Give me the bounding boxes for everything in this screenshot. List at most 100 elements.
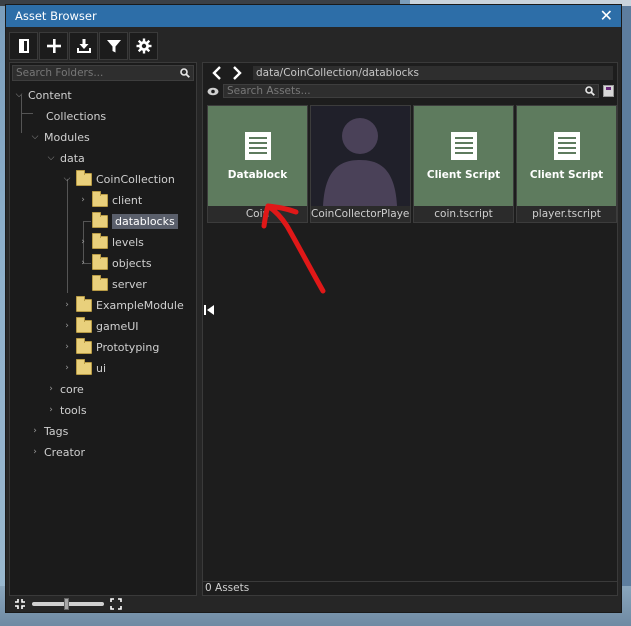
chevron-right-icon[interactable]: › bbox=[62, 321, 72, 331]
tree-item-label: levels bbox=[112, 235, 144, 249]
tree-item-content[interactable]: ⌵ Content bbox=[14, 86, 72, 104]
folder-search-input[interactable] bbox=[16, 67, 166, 79]
tree-item-client[interactable]: › client bbox=[78, 190, 143, 209]
tree-item-label: server bbox=[112, 277, 147, 291]
asset-search-box[interactable] bbox=[223, 84, 599, 98]
breadcrumb-path[interactable]: data/CoinCollection/datablocks bbox=[253, 66, 613, 80]
tree-item-modules[interactable]: ⌵ Modules bbox=[30, 128, 90, 146]
search-icon[interactable] bbox=[585, 86, 595, 96]
folder-icon bbox=[76, 358, 92, 375]
new-folder-button[interactable] bbox=[9, 32, 38, 60]
tree-item-prototyping[interactable]: › Prototyping bbox=[62, 337, 159, 356]
tree-item-data[interactable]: ⌵ data bbox=[46, 149, 85, 167]
tree-item-levels[interactable]: › levels bbox=[78, 232, 144, 251]
chevron-right-icon[interactable]: › bbox=[46, 405, 56, 415]
folder-icon bbox=[92, 190, 108, 207]
plus-icon bbox=[46, 39, 61, 53]
download-icon bbox=[76, 39, 91, 53]
asset-thumbnail: Client Script bbox=[517, 106, 616, 206]
folder-search-box[interactable] bbox=[12, 65, 194, 81]
tree-item-objects[interactable]: › objects bbox=[78, 253, 152, 272]
panel-icon bbox=[18, 39, 29, 53]
tree-item-server[interactable]: server bbox=[92, 274, 147, 293]
zoom-slider-handle[interactable] bbox=[64, 598, 69, 610]
document-icon bbox=[450, 132, 477, 160]
tree-item-label: client bbox=[112, 193, 143, 207]
import-button[interactable] bbox=[69, 32, 98, 60]
asset-thumbnail: Datablock bbox=[208, 106, 307, 206]
tree-item-label: Tags bbox=[44, 424, 69, 438]
add-button[interactable] bbox=[39, 32, 68, 60]
window-title: Asset Browser bbox=[15, 9, 97, 23]
asset-thumbnail: Client Script bbox=[414, 106, 513, 206]
expand-icon[interactable] bbox=[110, 598, 122, 610]
chevron-right-icon[interactable]: › bbox=[78, 237, 88, 247]
tree-item-collections[interactable]: Collections bbox=[46, 107, 106, 125]
tree-guide bbox=[21, 113, 33, 114]
chevron-right-icon[interactable]: › bbox=[30, 426, 40, 436]
titlebar[interactable]: Asset Browser ✕ bbox=[6, 5, 621, 27]
gear-icon bbox=[136, 38, 151, 54]
chevron-right-icon[interactable]: › bbox=[78, 258, 88, 268]
chevron-left-icon bbox=[212, 66, 221, 80]
zoom-controls bbox=[14, 597, 122, 611]
chevron-down-icon[interactable]: ⌵ bbox=[46, 153, 56, 163]
zoom-slider[interactable] bbox=[32, 598, 104, 610]
tree-item-label: Content bbox=[28, 88, 72, 102]
tree-item-label: objects bbox=[112, 256, 152, 270]
tree-item-core[interactable]: › core bbox=[46, 380, 84, 398]
chevron-right-icon[interactable]: › bbox=[46, 384, 56, 394]
tree-item-tags[interactable]: › Tags bbox=[30, 422, 68, 440]
status-bar: 0 Assets bbox=[203, 581, 617, 595]
folder-icon bbox=[92, 253, 108, 270]
chevron-down-icon[interactable]: ⌵ bbox=[14, 90, 24, 100]
settings-button[interactable] bbox=[129, 32, 158, 60]
search-icon[interactable] bbox=[180, 68, 190, 78]
folder-icon bbox=[76, 316, 92, 333]
tree-item-label: tools bbox=[60, 403, 87, 417]
tree-item-creator[interactable]: › Creator bbox=[30, 443, 85, 461]
chevron-right-icon[interactable]: › bbox=[78, 195, 88, 205]
folder-icon bbox=[92, 274, 108, 291]
chevron-right-icon[interactable]: › bbox=[62, 300, 72, 310]
asset-type-label: Client Script bbox=[426, 169, 501, 181]
tree-item-coincollection[interactable]: ⌵ CoinCollection bbox=[62, 169, 175, 188]
asset-tile[interactable]: CoinCollectorPlayer bbox=[310, 105, 411, 223]
folder-icon bbox=[76, 295, 92, 312]
asset-tile[interactable]: Client Script player.tscript bbox=[516, 105, 617, 223]
chevron-right-icon[interactable]: › bbox=[30, 447, 40, 457]
folder-icon bbox=[76, 337, 92, 354]
filter-icon bbox=[106, 40, 121, 53]
tree-item-tools[interactable]: › tools bbox=[46, 401, 87, 419]
eye-icon[interactable] bbox=[207, 87, 219, 96]
tree-item-label: Creator bbox=[44, 445, 86, 459]
folder-icon bbox=[92, 211, 108, 228]
tree-item-examplemodule[interactable]: › ExampleModule bbox=[62, 295, 184, 314]
chevron-down-icon[interactable]: ⌵ bbox=[30, 132, 40, 142]
save-icon[interactable] bbox=[603, 85, 614, 97]
shrink-icon[interactable] bbox=[14, 598, 26, 610]
tree-guide bbox=[67, 179, 68, 293]
asset-tile[interactable]: Client Script coin.tscript bbox=[413, 105, 514, 223]
asset-tile[interactable]: Datablock Coin bbox=[207, 105, 308, 223]
player-avatar-icon bbox=[323, 118, 397, 206]
asset-search-row bbox=[203, 83, 617, 99]
chevron-right-icon[interactable]: › bbox=[62, 342, 72, 352]
chevron-right-icon[interactable]: › bbox=[62, 363, 72, 373]
tree-item-label: core bbox=[60, 382, 84, 396]
tree-item-gameui[interactable]: › gameUI bbox=[62, 316, 139, 335]
tree-item-label: Modules bbox=[44, 130, 90, 144]
tree-item-ui[interactable]: › ui bbox=[62, 358, 106, 377]
forward-button[interactable] bbox=[227, 64, 247, 82]
close-icon[interactable]: ✕ bbox=[600, 8, 613, 24]
asset-panel: data/CoinCollection/datablocks Datablock… bbox=[202, 62, 618, 596]
filter-button[interactable] bbox=[99, 32, 128, 60]
back-button[interactable] bbox=[207, 64, 227, 82]
tree-item-label: data bbox=[60, 151, 85, 165]
asset-name: coin.tscript bbox=[434, 208, 493, 220]
asset-thumbnail bbox=[311, 106, 410, 206]
collapse-panel-icon[interactable] bbox=[203, 304, 215, 316]
chevron-down-icon[interactable]: ⌵ bbox=[62, 174, 72, 184]
asset-search-input[interactable] bbox=[227, 85, 377, 97]
tree-item-datablocks[interactable]: datablocks bbox=[92, 211, 178, 230]
